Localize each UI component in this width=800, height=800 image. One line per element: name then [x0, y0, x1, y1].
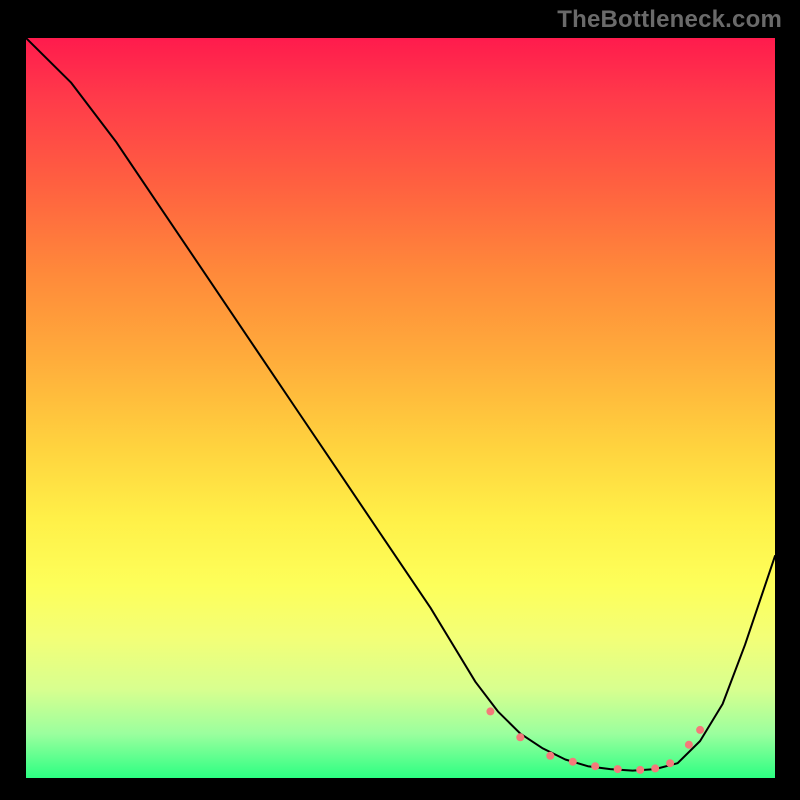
trough-marker — [546, 752, 554, 760]
trough-marker — [516, 733, 524, 741]
trough-marker — [591, 762, 599, 770]
trough-marker — [636, 766, 644, 774]
trough-marker — [685, 741, 693, 749]
watermark-text: TheBottleneck.com — [557, 6, 782, 34]
trough-marker — [651, 764, 659, 772]
trough-marker — [666, 759, 674, 767]
chart-frame: TheBottleneck.com — [0, 0, 800, 800]
trough-marker — [486, 707, 494, 715]
plot-area — [26, 38, 775, 778]
trough-marker — [569, 758, 577, 766]
trough-marker — [614, 765, 622, 773]
curve-line — [26, 38, 775, 771]
bottleneck-curve — [26, 38, 775, 778]
trough-marker — [696, 726, 704, 734]
